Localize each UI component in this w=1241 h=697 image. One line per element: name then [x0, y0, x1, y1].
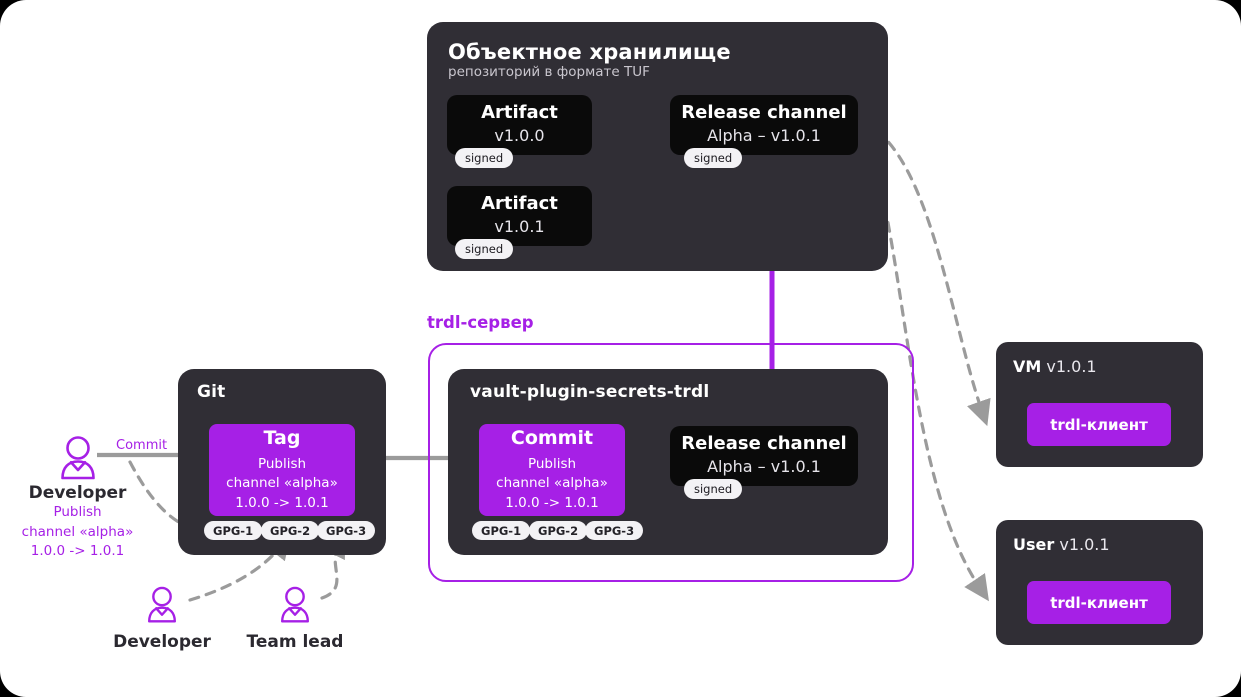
- storage-release-signed-badge: signed: [684, 148, 743, 168]
- tag-gpg-badge-1: GPG-1: [204, 521, 263, 540]
- artifact-title-1: Artifact: [481, 102, 558, 124]
- artifact-title-2: Artifact: [481, 193, 558, 215]
- object-storage-title: Объектное хранилище: [448, 40, 731, 64]
- person-icon-developer-bottom: [143, 585, 181, 623]
- plugin-release-channel-box[interactable]: Release channel Alpha – v1.0.1: [670, 426, 858, 486]
- person-icon-developer-main: [55, 434, 101, 480]
- commit-gpg-badge-3: GPG-3: [585, 521, 644, 540]
- storage-release-channel-subtitle: Alpha – v1.0.1: [707, 125, 821, 145]
- tag-gpg-badge-2: GPG-2: [261, 521, 320, 540]
- tag-line-3: 1.0.0 -> 1.0.1: [235, 494, 329, 511]
- diagram-canvas: Объектное хранилище репозиторий в формат…: [0, 0, 1241, 697]
- storage-release-channel-title: Release channel: [681, 102, 847, 124]
- commit-line-1: Publish: [527, 455, 577, 472]
- developer-main-note-line-3: 1.0.0 -> 1.0.1: [30, 543, 125, 560]
- tag-line-1: Publish: [257, 455, 307, 472]
- developer-main-name: Developer: [28, 483, 127, 503]
- object-storage-subtitle: репозиторий в формате TUF: [448, 64, 650, 80]
- git-title: Git: [197, 382, 226, 402]
- client-user-button[interactable]: trdl-клиент: [1027, 581, 1171, 624]
- client-vm-button[interactable]: trdl-клиент: [1027, 403, 1171, 446]
- commit-detail: Publish channel «alpha» 1.0.0 -> 1.0.1: [496, 455, 608, 514]
- commit-title: Commit: [510, 426, 594, 449]
- plugin-release-channel-subtitle: Alpha – v1.0.1: [707, 456, 821, 476]
- client-vm-heading: VM v1.0.1: [1013, 357, 1097, 376]
- client-vm-name: VM: [1013, 357, 1042, 376]
- artifact-signed-badge-2: signed: [455, 239, 514, 259]
- tag-detail: Publish channel «alpha» 1.0.0 -> 1.0.1: [226, 455, 338, 514]
- artifact-box-1[interactable]: Artifact v1.0.0: [447, 95, 592, 155]
- artifact-signed-badge-1: signed: [455, 148, 514, 168]
- tag-line-2: channel «alpha»: [226, 475, 338, 492]
- tag-gpg-badge-3: GPG-3: [317, 521, 376, 540]
- tag-box[interactable]: Tag Publish channel «alpha» 1.0.0 -> 1.0…: [209, 424, 355, 516]
- client-user-version: v1.0.1: [1059, 535, 1110, 554]
- tag-title: Tag: [263, 426, 301, 449]
- plugin-release-channel-title: Release channel: [681, 433, 847, 455]
- developer-main-note-line-2: channel «alpha»: [21, 523, 134, 540]
- person-icon-team-lead: [276, 585, 314, 623]
- commit-box[interactable]: Commit Publish channel «alpha» 1.0.0 -> …: [479, 424, 625, 516]
- developer-bottom-name: Developer: [113, 632, 211, 652]
- storage-release-channel-box[interactable]: Release channel Alpha – v1.0.1: [670, 95, 858, 155]
- client-vm-version: v1.0.1: [1046, 357, 1097, 376]
- developer-main-note-line-1: Publish: [53, 504, 102, 520]
- commit-gpg-badge-2: GPG-2: [529, 521, 588, 540]
- commit-gpg-badge-1: GPG-1: [472, 521, 531, 540]
- artifact-version-1: v1.0.0: [494, 125, 545, 145]
- client-user-heading: User v1.0.1: [1013, 535, 1110, 554]
- plugin-release-signed-badge: signed: [684, 479, 743, 499]
- commit-line-2: channel «alpha»: [496, 475, 608, 492]
- team-lead-name: Team lead: [246, 632, 344, 652]
- vault-plugin-title: vault-plugin-secrets-trdl: [470, 382, 710, 402]
- artifact-box-2[interactable]: Artifact v1.0.1: [447, 186, 592, 246]
- trdl-server-label: trdl-сервер: [427, 313, 534, 332]
- commit-line-3: 1.0.0 -> 1.0.1: [505, 494, 599, 511]
- commit-edge-label: Commit: [116, 438, 168, 453]
- artifact-version-2: v1.0.1: [494, 216, 545, 236]
- developer-main-note: Publish channel «alpha» 1.0.0 -> 1.0.1: [0, 503, 155, 562]
- client-user-name: User: [1013, 535, 1055, 554]
